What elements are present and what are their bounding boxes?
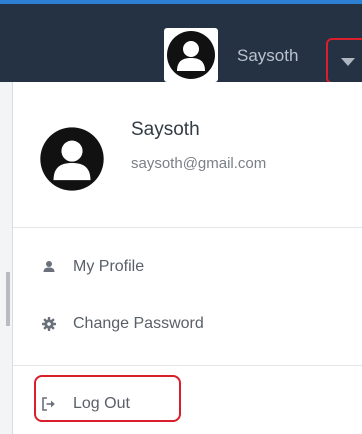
menu-item-label: My Profile (73, 258, 145, 275)
user-avatar-icon (40, 127, 104, 191)
dropdown-user-email: saysoth@gmail.com (131, 155, 267, 172)
menu-item-my-profile[interactable]: My Profile (13, 245, 362, 289)
menu-item-change-password[interactable]: Change Password (13, 302, 362, 346)
background-page-edge (0, 82, 12, 434)
menu-item-label: Change Password (73, 315, 204, 332)
gear-icon (42, 317, 56, 331)
user-icon (43, 261, 55, 272)
divider (13, 365, 362, 366)
caret-down-icon[interactable] (341, 58, 355, 66)
dropdown-user-name: Saysoth (131, 119, 200, 140)
divider (13, 227, 362, 228)
navbar-accent-strip (0, 0, 362, 4)
navbar-avatar[interactable] (164, 28, 218, 82)
background-scroll-mark (6, 272, 10, 326)
log-out-highlight-box (34, 375, 181, 422)
user-avatar-icon (167, 31, 215, 79)
dropdown-user-header: Saysoth saysoth@gmail.com (13, 82, 362, 227)
navbar-username[interactable]: Saysoth (237, 46, 298, 66)
